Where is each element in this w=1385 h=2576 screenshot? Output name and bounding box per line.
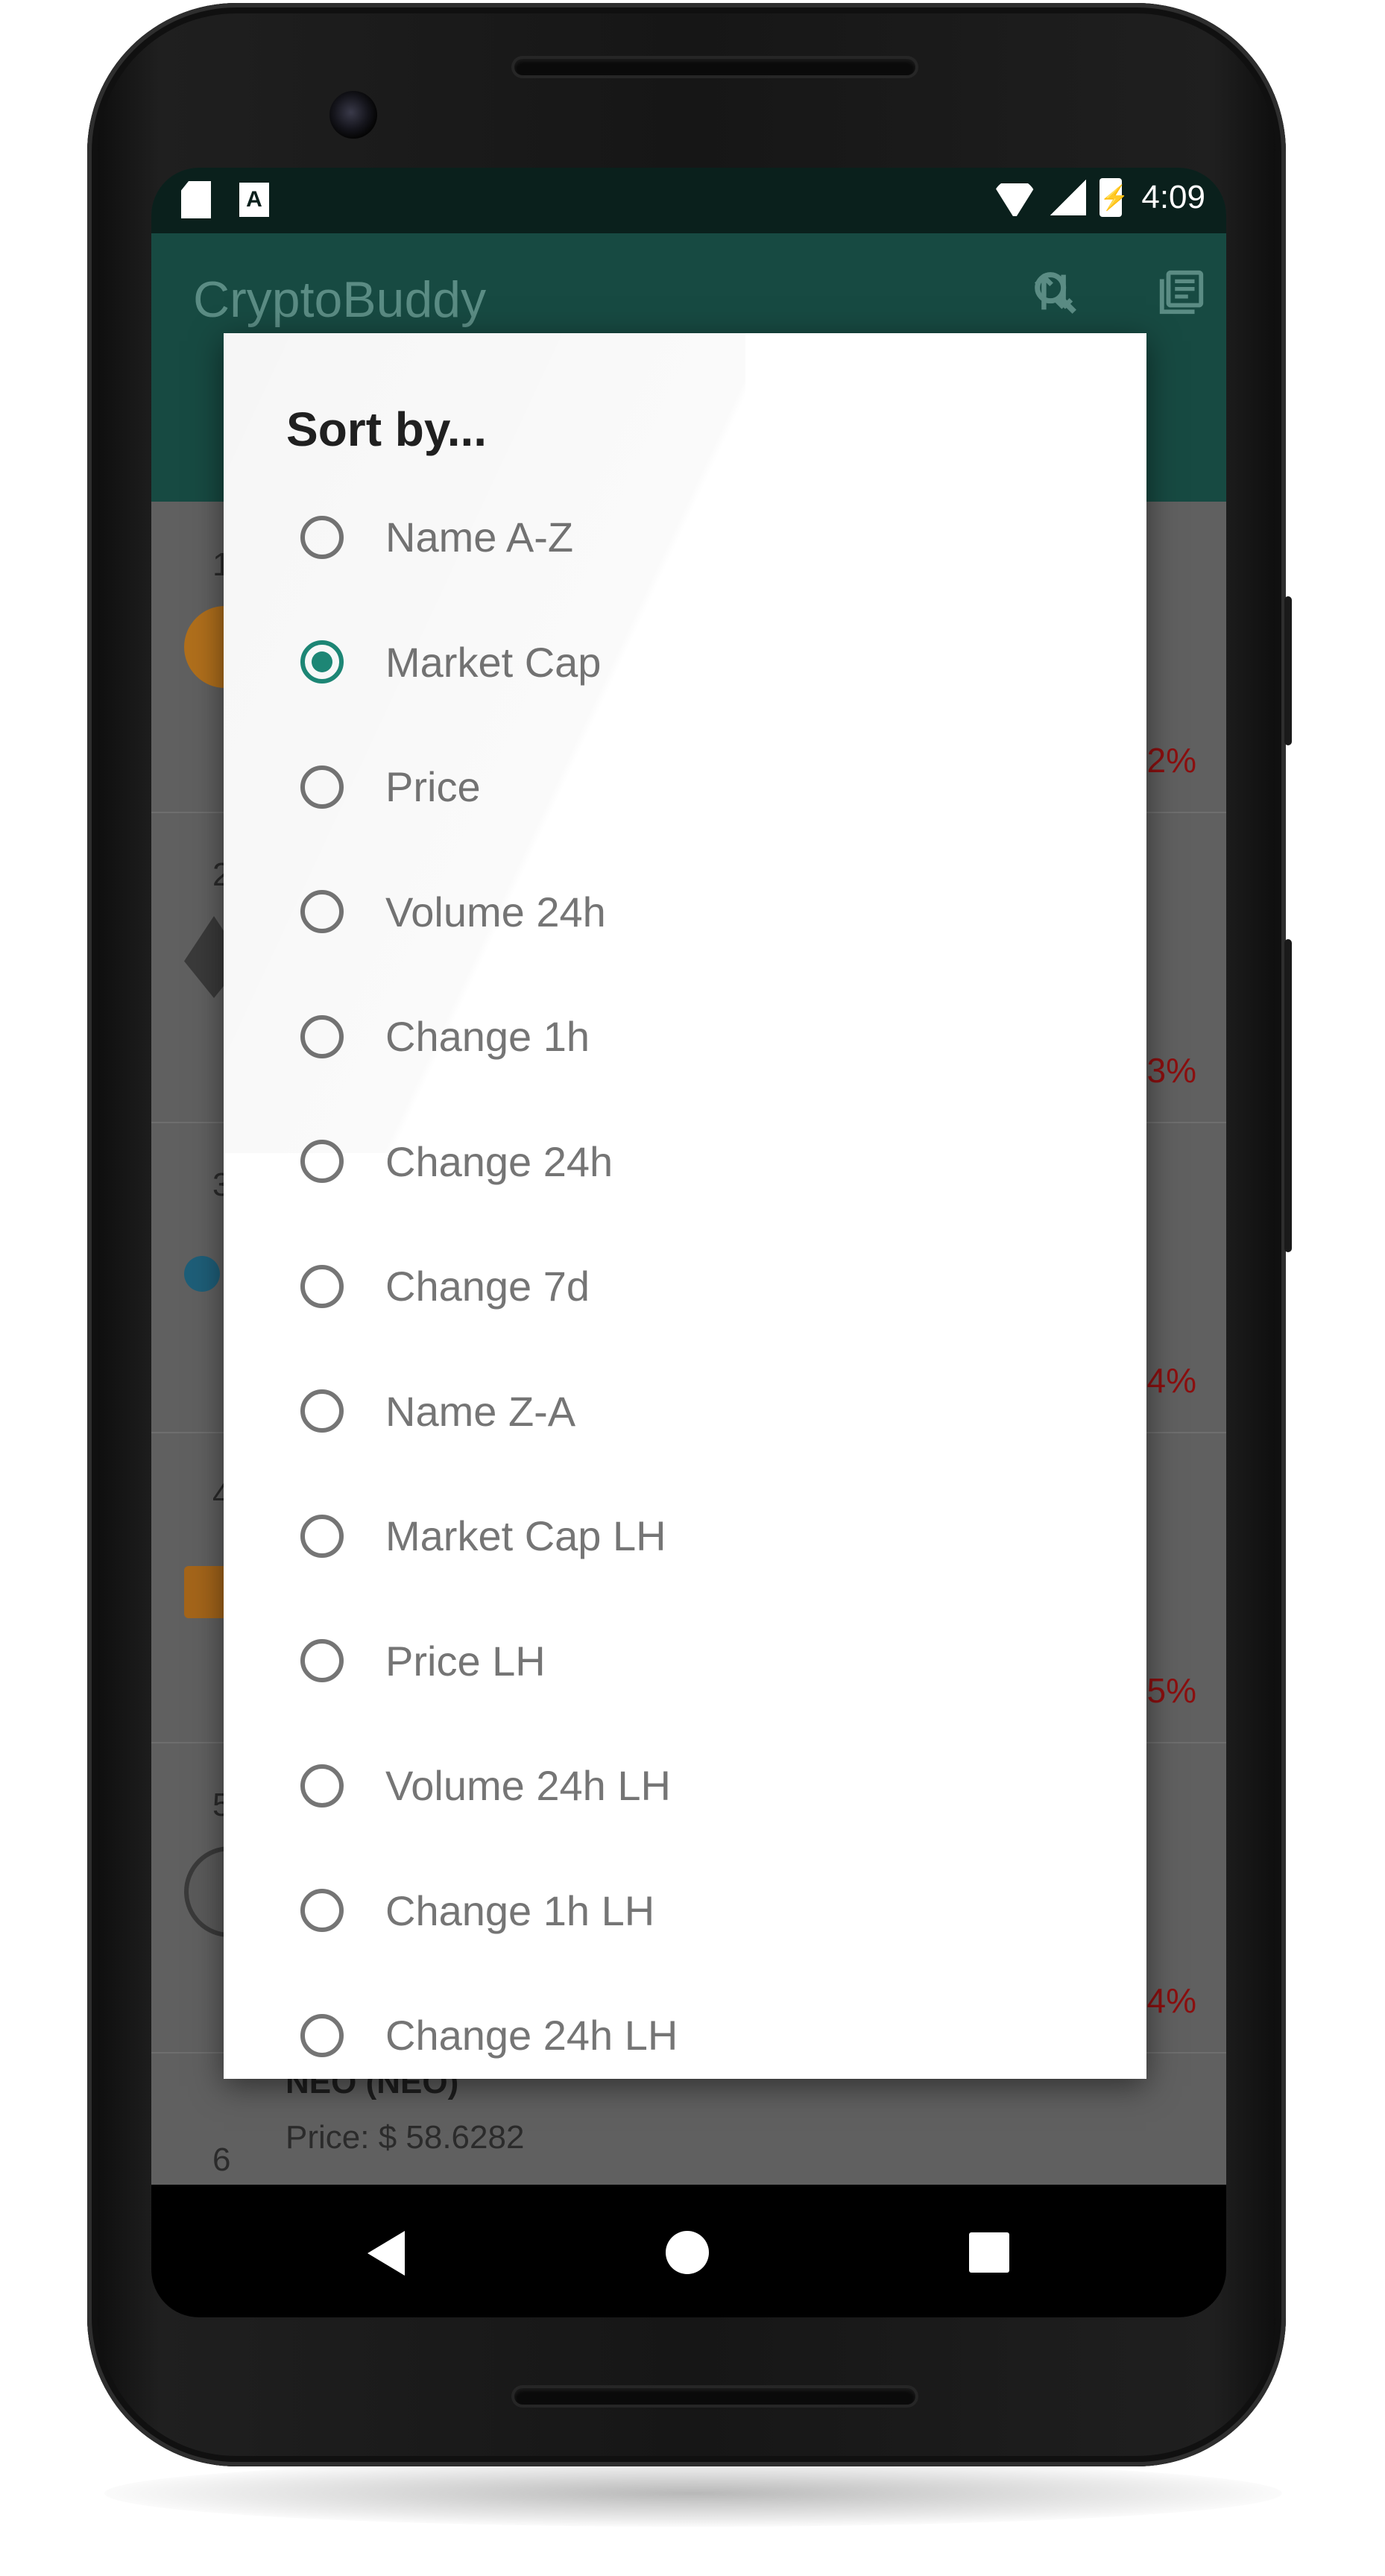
sort-option[interactable]: Volume 24h: [224, 850, 1146, 975]
navigation-bar: [151, 2185, 1226, 2317]
back-icon[interactable]: [367, 2231, 405, 2276]
volume-button: [1284, 939, 1292, 1252]
change-value: 4%: [1146, 1981, 1196, 2020]
sort-option-label: Change 24h LH: [385, 2012, 678, 2059]
sort-option-label: Volume 24h: [385, 888, 606, 935]
radio-unchecked-icon[interactable]: [300, 1639, 344, 1683]
radio-unchecked-icon[interactable]: [300, 1889, 344, 1933]
radio-unchecked-icon[interactable]: [300, 515, 344, 559]
battery-charging-icon: ⚡: [1100, 178, 1129, 217]
sort-option-label: Change 7d: [385, 1263, 590, 1310]
change-value: 3%: [1146, 1051, 1196, 1090]
sort-option[interactable]: Volume 24h LH: [224, 1723, 1146, 1849]
radio-checked-icon[interactable]: [300, 640, 344, 684]
bottom-speaker: [514, 2388, 915, 2405]
row-number: 6: [212, 2141, 231, 2178]
sort-option[interactable]: Price LH: [224, 1599, 1146, 1724]
power-button: [1284, 596, 1292, 745]
radio-unchecked-icon[interactable]: [300, 1264, 344, 1308]
radio-unchecked-icon[interactable]: [300, 1764, 344, 1808]
sort-dialog: Sort by... Name A-Z Market Cap Price Volume…: [224, 333, 1146, 2079]
change-value: 5%: [1146, 1671, 1196, 1710]
radio-unchecked-icon[interactable]: [300, 2013, 344, 2057]
sort-option[interactable]: Change 1h LH: [224, 1849, 1146, 1974]
sort-option[interactable]: Name A-Z: [224, 475, 1146, 600]
sort-option-label: Price: [385, 763, 481, 811]
device-shadow: [104, 2460, 1282, 2527]
sort-option-label: Change 1h: [385, 1013, 590, 1061]
home-icon[interactable]: [666, 2231, 709, 2274]
change-value: 2%: [1146, 741, 1196, 780]
sort-option[interactable]: Change 24h LH: [224, 1973, 1146, 2079]
radio-unchecked-icon[interactable]: [300, 1514, 344, 1558]
sort-option-label: Name A-Z: [385, 514, 574, 561]
sd-card-icon: [181, 181, 211, 218]
sort-option-label: Change 24h: [385, 1137, 613, 1185]
sort-option-label: Market Cap LH: [385, 1512, 666, 1560]
radio-unchecked-icon[interactable]: [300, 890, 344, 934]
change-value: 4%: [1146, 1361, 1196, 1400]
sort-option-label: Market Cap: [385, 638, 602, 686]
sort-options-list: Name A-Z Market Cap Price Volume 24h Change …: [224, 475, 1146, 2079]
status-time: 4:09: [1141, 179, 1205, 215]
ripple-icon: [184, 1256, 220, 1292]
radio-unchecked-icon[interactable]: [300, 1140, 344, 1184]
cell-signal-icon: [1050, 180, 1087, 215]
wifi-icon: [992, 179, 1037, 216]
sort-option-label: Name Z-A: [385, 1387, 576, 1435]
dialog-title: Sort by...: [286, 402, 488, 456]
status-bar: A ⚡ 4:09: [151, 168, 1226, 233]
recents-icon[interactable]: [969, 2232, 1009, 2273]
top-speaker: [514, 59, 915, 75]
sort-option[interactable]: Change 7d: [224, 1224, 1146, 1349]
sort-option[interactable]: Market Cap LH: [224, 1474, 1146, 1599]
sort-option[interactable]: Price: [224, 724, 1146, 850]
front-camera: [329, 91, 377, 139]
sort-option-label: Price LH: [385, 1637, 546, 1685]
app-title: CryptoBuddy: [193, 271, 487, 328]
sort-option[interactable]: Change 1h: [224, 974, 1146, 1099]
radio-unchecked-icon[interactable]: [300, 1014, 344, 1058]
radio-unchecked-icon[interactable]: [300, 1389, 344, 1433]
sort-option[interactable]: Market Cap: [224, 600, 1146, 725]
news-icon[interactable]: [1152, 266, 1211, 326]
sort-option-label: Change 1h LH: [385, 1887, 655, 1934]
keyboard-icon: A: [239, 183, 269, 217]
radio-unchecked-icon[interactable]: [300, 765, 344, 809]
sort-option[interactable]: Change 24h: [224, 1099, 1146, 1225]
coin-price: Price: $ 58.6282: [285, 2119, 525, 2156]
sort-option-label: Volume 24h LH: [385, 1762, 671, 1810]
sort-icon[interactable]: [1025, 266, 1085, 326]
sort-option[interactable]: Name Z-A: [224, 1349, 1146, 1474]
